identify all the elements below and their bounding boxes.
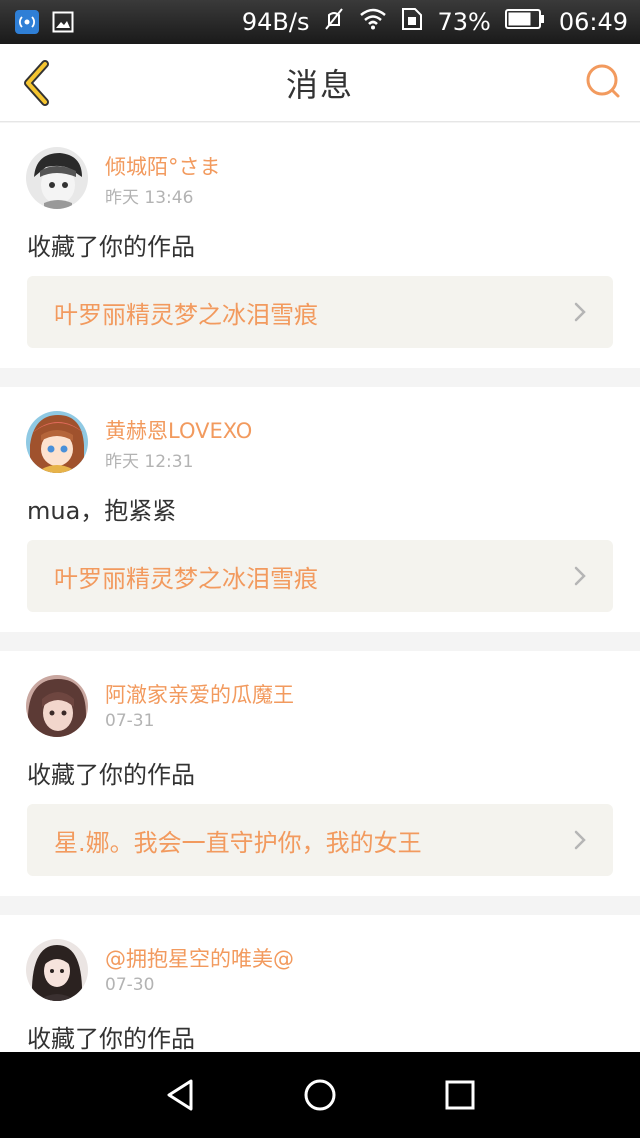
nav-home-button[interactable] xyxy=(290,1065,350,1125)
nav-back-button[interactable] xyxy=(150,1065,210,1125)
chevron-left-icon xyxy=(24,60,49,106)
message-card[interactable]: @拥抱星空的唯美@ 07-30 收藏了你的作品 xyxy=(0,915,640,1052)
chevron-right-icon xyxy=(574,302,586,322)
search-icon xyxy=(586,64,620,98)
avatar[interactable] xyxy=(26,147,88,209)
work-link[interactable]: 星.娜。我会一直守护你，我的女王 xyxy=(27,804,613,876)
message-card[interactable]: 阿澈家亲爱的瓜魔王 07-31 收藏了你的作品 星.娜。我会一直守护你，我的女王 xyxy=(0,651,640,896)
message-text: 收藏了你的作品 xyxy=(27,761,195,789)
clock: 06:49 xyxy=(558,8,628,36)
message-card[interactable]: 倾城陌°さま 昨天 13:46 收藏了你的作品 叶罗丽精灵梦之冰泪雪痕 xyxy=(0,123,640,368)
triangle-back-icon xyxy=(167,1079,193,1111)
navigation-bar xyxy=(0,1052,640,1138)
username[interactable]: 黄赫恩LOVEXO xyxy=(105,415,252,445)
work-title: 叶罗丽精灵梦之冰泪雪痕 xyxy=(54,564,318,593)
work-link[interactable]: 叶罗丽精灵梦之冰泪雪痕 xyxy=(27,276,613,348)
work-link[interactable]: 叶罗丽精灵梦之冰泪雪痕 xyxy=(27,540,613,612)
image-notification-icon xyxy=(50,9,76,35)
nav-recents-button[interactable] xyxy=(430,1065,490,1125)
timestamp: 07-31 xyxy=(105,711,155,731)
status-bar: 94B/s 73% 06:49 xyxy=(0,0,640,44)
message-text: 收藏了你的作品 xyxy=(27,233,195,261)
timestamp: 07-30 xyxy=(105,975,155,995)
timestamp: 昨天 12:31 xyxy=(105,452,194,472)
battery-percent: 73% xyxy=(437,8,491,36)
screen: 94B/s 73% 06:49 消息 倾城陌°さま 昨天 13:46 收藏了你的… xyxy=(0,0,640,1138)
page-title: 消息 xyxy=(285,65,354,104)
battery-icon xyxy=(504,8,545,36)
header: 消息 xyxy=(0,44,640,122)
back-button[interactable] xyxy=(12,58,60,108)
username[interactable]: 阿澈家亲爱的瓜魔王 xyxy=(105,679,294,709)
work-title: 星.娜。我会一直守护你，我的女王 xyxy=(54,828,422,857)
message-card[interactable]: 黄赫恩LOVEXO 昨天 12:31 mua，抱紧紧 叶罗丽精灵梦之冰泪雪痕 xyxy=(0,387,640,632)
wifi-icon xyxy=(359,8,387,36)
network-speed: 94B/s xyxy=(241,8,310,36)
timestamp: 昨天 13:46 xyxy=(105,188,194,208)
username[interactable]: 倾城陌°さま xyxy=(105,151,221,181)
chevron-right-icon xyxy=(574,830,586,850)
avatar[interactable] xyxy=(26,675,88,737)
message-list[interactable]: 倾城陌°さま 昨天 13:46 收藏了你的作品 叶罗丽精灵梦之冰泪雪痕 黄赫恩L… xyxy=(0,123,640,1052)
work-title: 叶罗丽精灵梦之冰泪雪痕 xyxy=(54,300,318,329)
square-recents-icon xyxy=(445,1080,475,1110)
avatar[interactable] xyxy=(26,411,88,473)
avatar[interactable] xyxy=(26,939,88,1001)
username[interactable]: @拥抱星空的唯美@ xyxy=(105,943,294,973)
circle-home-icon xyxy=(304,1079,336,1111)
message-text: mua，抱紧紧 xyxy=(27,497,177,525)
search-button[interactable] xyxy=(582,60,626,104)
chevron-right-icon xyxy=(574,566,586,586)
mute-icon xyxy=(323,7,345,37)
sim-icon xyxy=(401,7,423,37)
message-text: 收藏了你的作品 xyxy=(27,1025,195,1052)
app-notification-icon xyxy=(14,9,40,35)
